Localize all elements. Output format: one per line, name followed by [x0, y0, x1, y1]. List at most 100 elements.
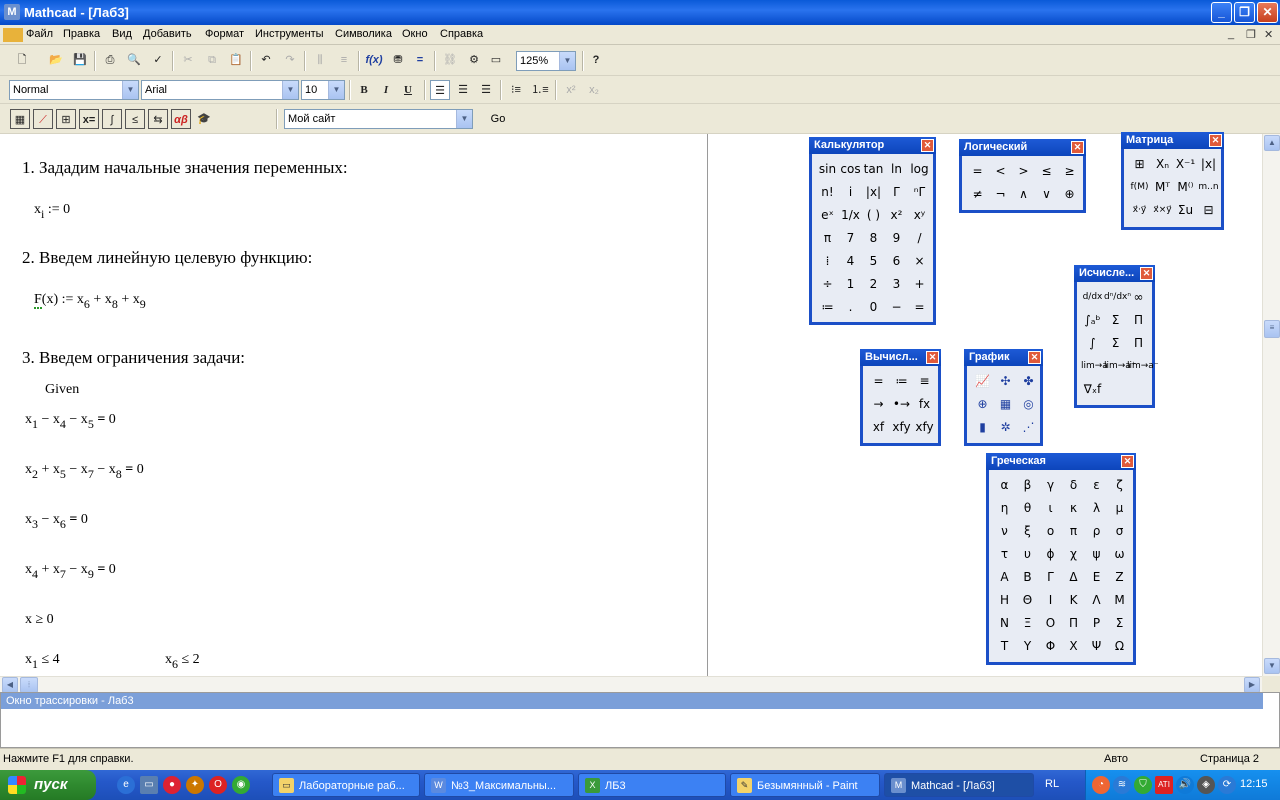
scroll-down-icon[interactable]: ▼	[1264, 658, 1280, 674]
logic-palette-button[interactable]: ⊕	[1058, 183, 1081, 206]
calc-palette-button[interactable]: tan	[862, 158, 885, 181]
superscript-icon[interactable]: x²	[561, 80, 581, 100]
greek-palette-button[interactable]: σ	[1108, 520, 1131, 543]
evaluation-palette-button[interactable]: =	[867, 370, 890, 393]
greek-palette-button[interactable]: χ	[1062, 543, 1085, 566]
evaluation-palette-button[interactable]: fx	[913, 393, 936, 416]
greek-palette-button[interactable]: ξ	[1016, 520, 1039, 543]
greek-palette-button[interactable]: Γ	[1039, 566, 1062, 589]
insert-hyperlink-icon[interactable]: ⛓	[440, 50, 460, 70]
constraint-nonneg[interactable]: x ≥ 0	[25, 612, 54, 628]
graph-palette-button[interactable]: ◎	[1017, 393, 1040, 416]
italic-button[interactable]: I	[376, 80, 396, 100]
scroll-up-icon[interactable]: ▲	[1264, 135, 1280, 151]
horizontal-scrollbar[interactable]: ◀ ⦙ ▶	[0, 676, 1262, 693]
greek-palette-button[interactable]: Α	[993, 566, 1016, 589]
greek-palette-button[interactable]: κ	[1062, 497, 1085, 520]
greek-palette-button[interactable]: ο	[1039, 520, 1062, 543]
subscript-icon[interactable]: x₂	[584, 80, 604, 100]
greek-palette-button[interactable]: θ	[1016, 497, 1039, 520]
calculus-palette-button[interactable]: ∫	[1081, 332, 1104, 355]
close-icon[interactable]: ✕	[926, 351, 939, 364]
eq-initial-x[interactable]: xi := 0	[34, 202, 70, 222]
close-icon[interactable]: ✕	[921, 139, 934, 152]
run-window-icon[interactable]: ▭	[486, 50, 506, 70]
calculus-palette-button[interactable]: Σ	[1104, 332, 1127, 355]
language-indicator[interactable]: RL	[1045, 778, 1059, 790]
palette-title[interactable]: Вычисл... ✕	[860, 349, 941, 366]
matrix-palette-button[interactable]: ⊟	[1197, 199, 1220, 222]
close-icon[interactable]: ✕	[1209, 134, 1222, 147]
calc-palette-button[interactable]: 7	[839, 227, 862, 250]
calc-palette-button[interactable]: =	[908, 296, 931, 319]
mdi-restore-button[interactable]: ❐	[1246, 28, 1256, 41]
task-word[interactable]: W №3_Максимальны...	[424, 773, 574, 797]
calc-palette-button[interactable]: ⁿΓ	[908, 181, 931, 204]
menu-window[interactable]: Окно	[402, 28, 428, 40]
paste-icon[interactable]: 📋	[226, 50, 246, 70]
go-button[interactable]: Go	[481, 109, 515, 129]
greek-palette-button[interactable]: Λ	[1085, 589, 1108, 612]
start-button[interactable]: пуск	[0, 770, 96, 800]
calc-palette-button[interactable]: ( )	[862, 204, 885, 227]
logic-palette-button[interactable]: ∨	[1035, 183, 1058, 206]
zoom-select[interactable]: 125% ▼	[516, 51, 576, 71]
greek-palette-button[interactable]: Ο	[1039, 612, 1062, 635]
evaluation-palette-button[interactable]: ≡	[913, 370, 936, 393]
mdi-close-button[interactable]: ✕	[1264, 28, 1273, 41]
menu-insert[interactable]: Добавить	[143, 28, 192, 40]
greek-palette-button[interactable]: η	[993, 497, 1016, 520]
help-icon[interactable]: ?	[586, 50, 606, 70]
greek-palette-button[interactable]: ω	[1108, 543, 1131, 566]
matrix-toolbar-icon[interactable]: ⊞	[56, 109, 76, 129]
chrome-icon[interactable]: ◉	[232, 776, 250, 794]
task-excel[interactable]: X ЛБ3	[578, 773, 726, 797]
calculus-palette-button[interactable]: Π	[1127, 332, 1150, 355]
evaluation-palette-button[interactable]: xfy	[890, 416, 913, 439]
evaluation-palette-button[interactable]: ≔	[890, 370, 913, 393]
greek-palette-button[interactable]: Ζ	[1108, 566, 1131, 589]
greek-palette-button[interactable]: μ	[1108, 497, 1131, 520]
matrix-palette-button[interactable]: X⁻¹	[1174, 153, 1197, 176]
security-icon[interactable]: ⛉	[1134, 776, 1152, 794]
graph-palette-button[interactable]: ▦	[994, 393, 1017, 416]
constraint-x1-bound[interactable]: x1 ≤ 4	[25, 652, 60, 672]
logic-palette-button[interactable]: ≥	[1058, 160, 1081, 183]
greek-palette-button[interactable]: α	[993, 474, 1016, 497]
app-icon[interactable]: ✦	[186, 776, 204, 794]
antivirus-icon[interactable]: ◈	[1197, 776, 1215, 794]
matrix-palette-button[interactable]: ⊞	[1128, 153, 1151, 176]
close-icon[interactable]: ✕	[1071, 141, 1084, 154]
calc-palette-button[interactable]: ×	[908, 250, 931, 273]
graph-palette-button[interactable]: ✣	[994, 370, 1017, 393]
matrix-palette-button[interactable]: f(M)	[1128, 176, 1151, 199]
minimize-button[interactable]: _	[1211, 2, 1232, 23]
greek-palette-button[interactable]: Π	[1062, 612, 1085, 635]
given-keyword[interactable]: Given	[45, 382, 79, 398]
calc-palette-button[interactable]: −	[885, 296, 908, 319]
calculate-icon[interactable]: =	[410, 50, 430, 70]
calc-palette-button[interactable]: xʸ	[908, 204, 931, 227]
constraint-1[interactable]: x1 − x4 − x5 = 0	[25, 412, 116, 432]
symbolic-toolbar-icon[interactable]: 🎓	[194, 109, 214, 129]
calc-palette-button[interactable]: 5	[862, 250, 885, 273]
calc-palette-button[interactable]: 6	[885, 250, 908, 273]
calc-palette-button[interactable]: ÷	[816, 273, 839, 296]
ati-icon[interactable]: ATI	[1155, 776, 1173, 794]
align-down-icon[interactable]: ≡	[334, 50, 354, 70]
opera-icon[interactable]: O	[209, 776, 227, 794]
copy-icon[interactable]: ⧉	[202, 50, 222, 70]
scroll-thumb[interactable]: ⦙	[20, 677, 38, 693]
greek-palette-button[interactable]: Ν	[993, 612, 1016, 635]
greek-palette-button[interactable]: ν	[993, 520, 1016, 543]
calculus-palette-button[interactable]: lim→a	[1081, 355, 1108, 378]
redo-icon[interactable]: ↷	[280, 50, 300, 70]
clock[interactable]: 12:15	[1240, 778, 1268, 790]
calc-palette-button[interactable]: cos	[839, 158, 862, 181]
calculator-toolbar-icon[interactable]: ▦	[10, 109, 30, 129]
tray-app-icon[interactable]: ◔	[1092, 776, 1110, 794]
calc-palette-button[interactable]: 3	[885, 273, 908, 296]
greek-palette-button[interactable]: Σ	[1108, 612, 1131, 635]
align-right-icon[interactable]: ☰	[476, 80, 496, 100]
greek-toolbar-icon[interactable]: αβ	[171, 109, 191, 129]
